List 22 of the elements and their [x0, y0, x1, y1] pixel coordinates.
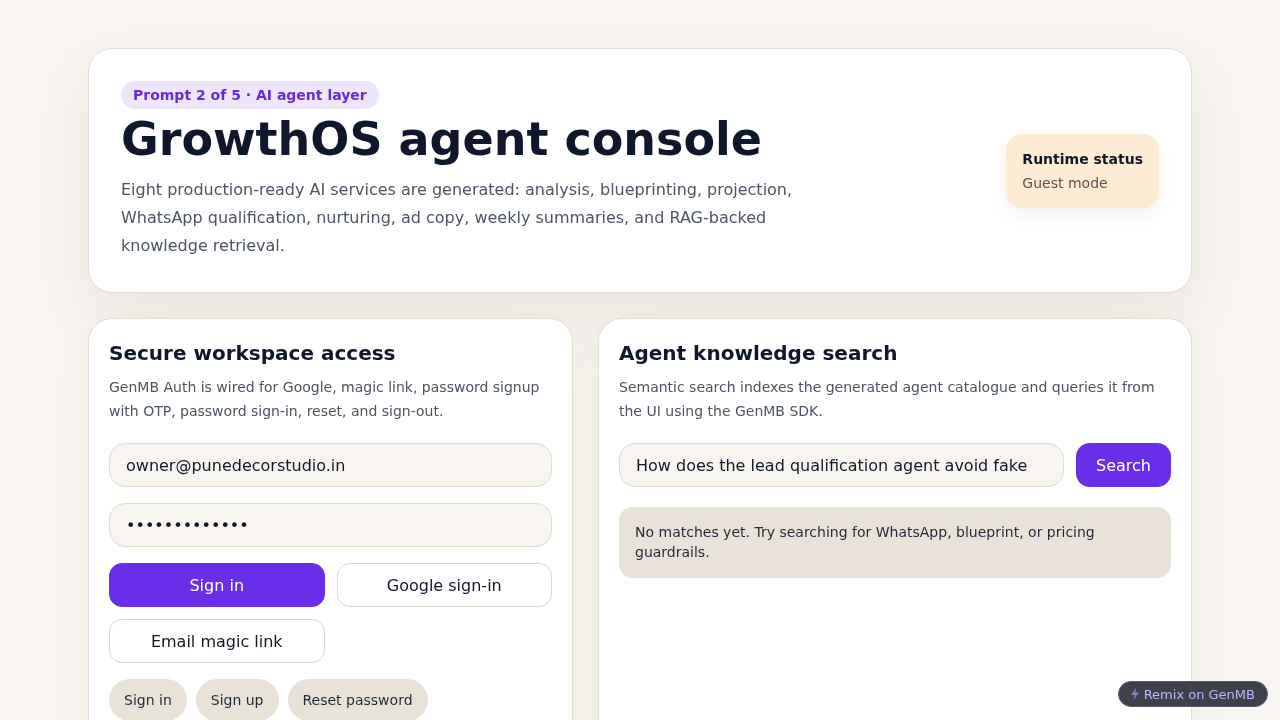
mode-button[interactable]: Sign up — [195, 679, 279, 720]
search-result-message: No matches yet. Try searching for WhatsApp, blueprint, or pricing guardrails. — [619, 507, 1171, 578]
sign-in-button[interactable]: Sign in — [109, 563, 325, 607]
mode-button[interactable]: Sign in — [109, 679, 187, 720]
password-field[interactable]: ••••••••••••• — [109, 503, 552, 547]
card-title: Agent knowledge search — [619, 340, 899, 367]
email-field[interactable]: owner@punedecorstudio.in — [109, 443, 552, 487]
outline-button[interactable]: Google sign-in — [336, 563, 552, 607]
card-description: GenMB Auth is wired for Google, magic link, password signup with OTP, password sign-in, reset, and sign-out. — [109, 378, 541, 421]
page-title: GrowthOS agent console — [121, 113, 762, 165]
outline-button[interactable]: Email magic link — [109, 619, 325, 663]
search-field[interactable]: How does the lead qualification agent avoid fake — [619, 443, 1064, 487]
prompt-badge: Prompt 2 of 5 · AI agent layer — [121, 81, 379, 109]
remix-link[interactable]: Remix on GenMB — [1117, 681, 1268, 707]
mode-button[interactable]: Reset password — [287, 679, 428, 720]
search-button[interactable]: Search — [1076, 443, 1171, 487]
card-title: Secure workspace access — [109, 340, 397, 367]
lightning-icon — [1130, 688, 1139, 700]
hero-description: Eight production-ready AI services are generated: analysis, blueprinting, projection, WhatsApp qualification, nurturing, ad copy, weekly summaries, and RAG-backed knowledge retrieval. — [121, 179, 794, 257]
card-description: Semantic search indexes the generated agent catalogue and queries it from the UI using the GenMB SDK. — [619, 378, 1156, 421]
status-value: Guest mode — [1022, 173, 1109, 192]
status-title: Runtime status — [1022, 149, 1143, 168]
